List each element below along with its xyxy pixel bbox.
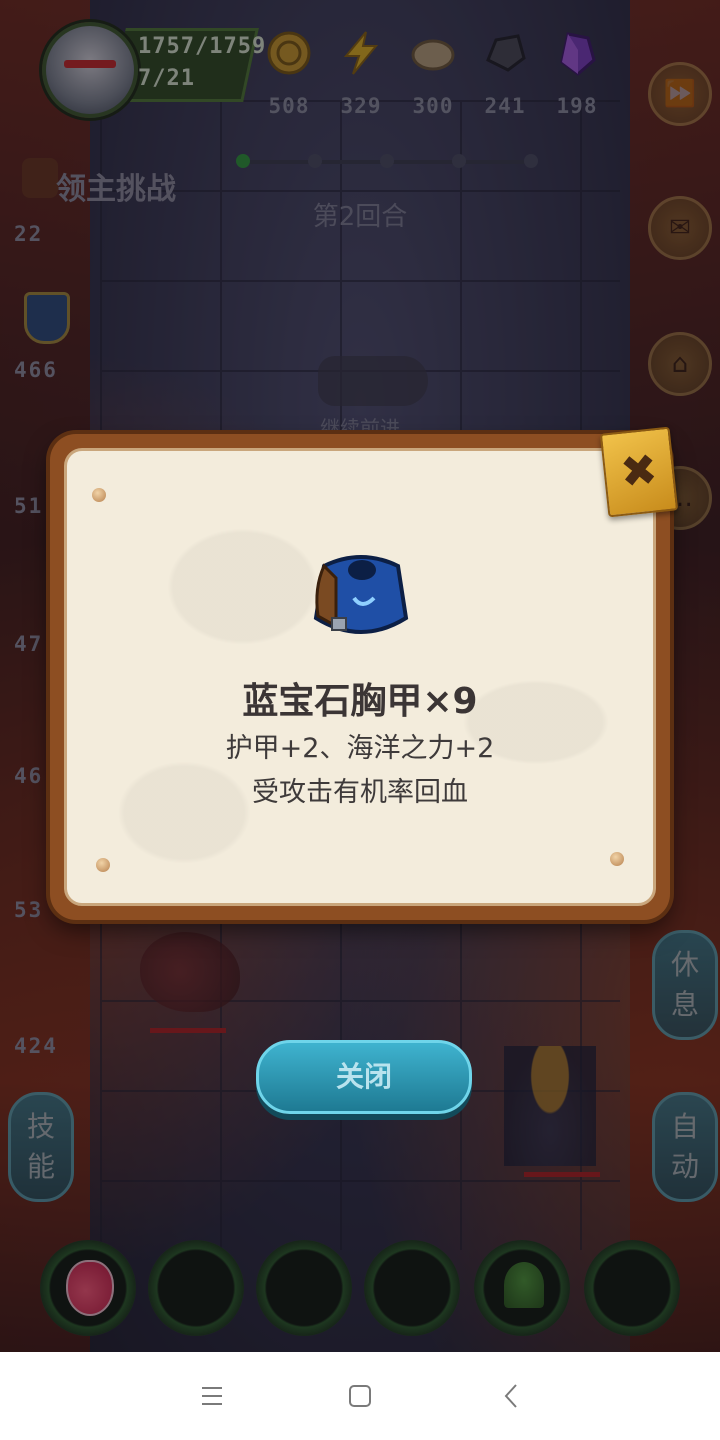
- close-icon: ✖: [617, 444, 660, 499]
- item-effect: 护甲+2、海洋之力+2: [225, 733, 495, 764]
- pin-icon: [92, 488, 106, 502]
- pin-icon: [610, 852, 624, 866]
- back-icon[interactable]: [492, 1378, 532, 1414]
- item-name: 蓝宝石胸甲×9: [242, 681, 478, 722]
- home-nav-icon[interactable]: [340, 1378, 380, 1414]
- close-button[interactable]: 关闭: [256, 1040, 472, 1114]
- sapphire-chestplate-icon: [313, 555, 409, 634]
- menu-icon[interactable]: [192, 1378, 232, 1414]
- dialog-close-x-button[interactable]: ✖: [599, 426, 679, 518]
- item-effect-passive: 受攻击有机率回血: [252, 777, 468, 808]
- pin-icon: [96, 858, 110, 872]
